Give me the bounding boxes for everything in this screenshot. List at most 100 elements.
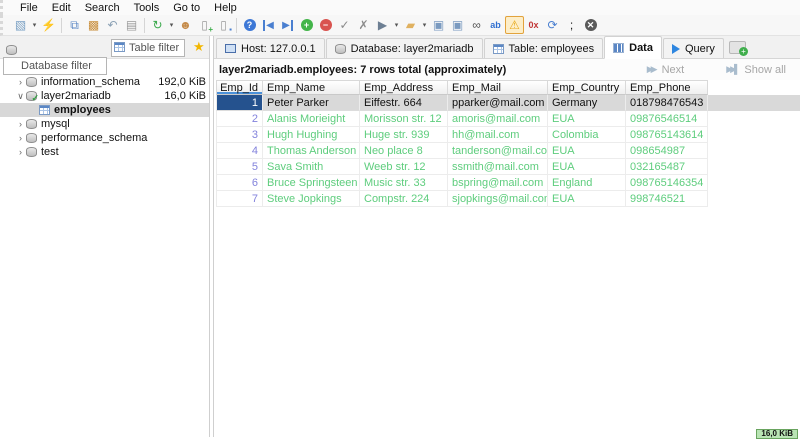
table-row[interactable]: 1Peter ParkerEiffestr. 664pparker@mail.c…	[216, 95, 800, 111]
cell-Emp_Id[interactable]: 4	[216, 143, 263, 159]
menu-help[interactable]: Help	[207, 2, 244, 14]
post-changes-button[interactable]: ✓	[335, 16, 354, 34]
tree-item-employees[interactable]: employees16,0 KiB	[0, 103, 209, 117]
cell-Emp_Name[interactable]: Thomas Anderson	[263, 143, 360, 159]
execute-sql-button-dropdown[interactable]: ▾	[392, 21, 401, 29]
tab-table[interactable]: Table: employees	[484, 38, 604, 58]
cell-Emp_Id[interactable]: 7	[216, 191, 263, 207]
replace-button[interactable]: ab	[486, 16, 505, 34]
column-header-Emp_Name[interactable]: Emp_Name	[263, 80, 360, 95]
menu-tools[interactable]: Tools	[127, 2, 167, 14]
find-in-files-button-dropdown[interactable]: ▾	[420, 21, 429, 29]
undo-button[interactable]: ↶	[103, 16, 122, 34]
save-as-button[interactable]: ▣	[448, 16, 467, 34]
print-button[interactable]: ▤	[122, 16, 141, 34]
cell-Emp_Phone[interactable]: 09876546514	[626, 111, 708, 127]
tree-item-mysql[interactable]: ›mysql	[0, 117, 209, 131]
cell-Emp_Mail[interactable]: bspring@mail.com	[448, 175, 548, 191]
cell-Emp_Id[interactable]: 1	[216, 95, 263, 111]
cell-Emp_Name[interactable]: Alanis Morieight	[263, 111, 360, 127]
tree-caret-icon[interactable]: ›	[15, 147, 26, 157]
tree-caret-icon[interactable]: ›	[15, 119, 26, 129]
cancel-editing-button[interactable]: ✗	[354, 16, 373, 34]
new-file-button[interactable]: ▯+	[195, 16, 214, 34]
cell-Emp_Phone[interactable]: 098654987	[626, 143, 708, 159]
cell-Emp_Name[interactable]: Hugh Hughing	[263, 127, 360, 143]
session-manager-button[interactable]: ▧	[11, 16, 30, 34]
execute-sql-button[interactable]: ▶	[373, 16, 392, 34]
menu-search[interactable]: Search	[78, 2, 127, 14]
column-header-Emp_Country[interactable]: Emp_Country	[548, 80, 626, 95]
tab-database[interactable]: Database: layer2mariadb	[326, 38, 483, 58]
cell-Emp_Address[interactable]: Music str. 33	[360, 175, 448, 191]
reload-page-button[interactable]: ⟳	[543, 16, 562, 34]
database-filter-input[interactable]	[3, 57, 107, 75]
copy-button[interactable]: ⧉	[65, 16, 84, 34]
cell-Emp_Country[interactable]: Germany	[548, 95, 626, 111]
cell-Emp_Name[interactable]: Steve Jopkings	[263, 191, 360, 207]
column-header-Emp_Phone[interactable]: Emp_Phone	[626, 80, 708, 95]
cell-Emp_Country[interactable]: EUA	[548, 111, 626, 127]
cell-Emp_Address[interactable]: Weeb str. 12	[360, 159, 448, 175]
save-button[interactable]: ▣	[429, 16, 448, 34]
session-manager-button-dropdown[interactable]: ▾	[30, 21, 39, 29]
cell-Emp_Phone[interactable]: 032165487	[626, 159, 708, 175]
cell-Emp_Name[interactable]: Sava Smith	[263, 159, 360, 175]
user-manager-button[interactable]: ☻	[176, 16, 195, 34]
stop-button[interactable]: ✕	[581, 16, 600, 34]
menu-go-to[interactable]: Go to	[166, 2, 207, 14]
cell-Emp_Country[interactable]: EUA	[548, 159, 626, 175]
cell-Emp_Phone[interactable]: 998746521	[626, 191, 708, 207]
tab-query[interactable]: Query	[663, 38, 724, 58]
paste-button[interactable]: ▩	[84, 16, 103, 34]
add-query-tab-button[interactable]	[729, 41, 746, 54]
cell-Emp_Mail[interactable]: tanderson@mail.com	[448, 143, 548, 159]
cell-Emp_Phone[interactable]: 018798476543	[626, 95, 708, 111]
find-button[interactable]: ∞	[467, 16, 486, 34]
cell-Emp_Id[interactable]: 5	[216, 159, 263, 175]
tab-data[interactable]: Data	[604, 36, 662, 59]
save-snippet-button[interactable]: ▯▪	[214, 16, 233, 34]
tree-item-information_schema[interactable]: ›information_schema192,0 KiB	[0, 75, 209, 89]
help-button[interactable]: ?	[240, 16, 259, 34]
cell-Emp_Address[interactable]: Morisson str. 12	[360, 111, 448, 127]
hex-view-button[interactable]: 0x	[524, 16, 543, 34]
cell-Emp_Id[interactable]: 6	[216, 175, 263, 191]
cell-Emp_Phone[interactable]: 098765146354	[626, 175, 708, 191]
delete-record-button[interactable]: −	[316, 16, 335, 34]
cell-Emp_Address[interactable]: Huge str. 939	[360, 127, 448, 143]
cell-Emp_Mail[interactable]: sjopkings@mail.com	[448, 191, 548, 207]
tree-caret-icon[interactable]: ∨	[15, 91, 26, 102]
cell-Emp_Mail[interactable]: ssmith@mail.com	[448, 159, 548, 175]
column-header-Emp_Id[interactable]: Emp_Id	[216, 80, 263, 95]
cell-Emp_Country[interactable]: EUA	[548, 191, 626, 207]
highlight-warning-button[interactable]: ⚠	[505, 16, 524, 34]
refresh-button[interactable]: ↻	[148, 16, 167, 34]
cell-Emp_Mail[interactable]: pparker@mail.com	[448, 95, 548, 111]
first-record-button[interactable]: ◀	[259, 16, 278, 34]
disconnect-button[interactable]: ⚡	[39, 16, 58, 34]
cell-Emp_Country[interactable]: EUA	[548, 143, 626, 159]
cell-Emp_Id[interactable]: 2	[216, 111, 263, 127]
table-row[interactable]: 4Thomas AndersonNeo place 8tanderson@mai…	[216, 143, 800, 159]
show-all-button[interactable]: ▶▶▌ Show all	[726, 64, 786, 76]
table-row[interactable]: 5Sava SmithWeeb str. 12ssmith@mail.comEU…	[216, 159, 800, 175]
tree-item-test[interactable]: ›test	[0, 145, 209, 159]
cell-Emp_Name[interactable]: Peter Parker	[263, 95, 360, 111]
tree-caret-icon[interactable]: ›	[15, 133, 26, 143]
cell-Emp_Country[interactable]: England	[548, 175, 626, 191]
column-header-Emp_Address[interactable]: Emp_Address	[360, 80, 448, 95]
tab-host[interactable]: Host: 127.0.0.1	[216, 38, 325, 58]
semicolon-button[interactable]: ;	[562, 16, 581, 34]
find-in-files-button[interactable]: ▰	[401, 16, 420, 34]
add-record-button[interactable]: +	[297, 16, 316, 34]
cell-Emp_Address[interactable]: Eiffestr. 664	[360, 95, 448, 111]
cell-Emp_Name[interactable]: Bruce Springsteen	[263, 175, 360, 191]
cell-Emp_Phone[interactable]: 098765143614	[626, 127, 708, 143]
table-row[interactable]: 6Bruce SpringsteenMusic str. 33bspring@m…	[216, 175, 800, 191]
tree-caret-icon[interactable]: ›	[15, 77, 26, 87]
favorites-star-icon[interactable]: ★	[193, 39, 205, 55]
tree-item-layer2mariadb[interactable]: ∨layer2mariadb16,0 KiB	[0, 89, 209, 103]
column-header-Emp_Mail[interactable]: Emp_Mail	[448, 80, 548, 95]
last-record-button[interactable]: ▶	[278, 16, 297, 34]
